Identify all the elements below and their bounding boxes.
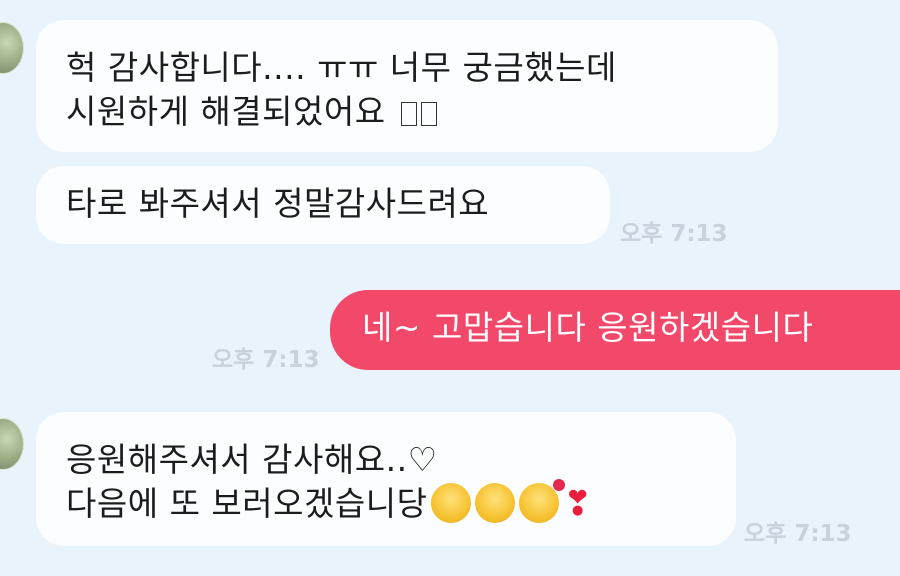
- red-exclamation-heart-icon: ❣: [563, 484, 593, 524]
- avatar[interactable]: [0, 22, 24, 74]
- hugging-face-icon: [475, 483, 516, 523]
- timestamp: 오후 7:13: [212, 347, 320, 373]
- incoming-message-bubble[interactable]: 응원해주셔서 감사해요..♡ 다음에 또 보러오겠습니당 ❣: [36, 412, 736, 546]
- outgoing-message-bubble[interactable]: 네~ 고맙습니다 응원하겠습니다: [330, 290, 900, 370]
- incoming-message-bubble[interactable]: 헉 감사합니다.... ㅠㅠ 너무 궁금했는데 시원하게 해결되었어요: [36, 20, 778, 152]
- message-text-line: 네~ 고맙습니다 응원하겠습니다: [362, 308, 814, 347]
- hugging-face-icon: [431, 483, 472, 523]
- message-text-line: 다음에 또 보러오겠습니당 ❣: [66, 479, 593, 524]
- avatar[interactable]: [0, 418, 24, 470]
- incoming-message-bubble[interactable]: 타로 봐주셔서 정말감사드려요: [36, 166, 610, 244]
- timestamp: 오후 7:13: [744, 521, 852, 547]
- missing-emoji-icon: [420, 102, 437, 126]
- smiling-face-with-hearts-icon: [519, 479, 566, 523]
- message-text-line: 타로 봐주셔서 정말감사드려요: [66, 184, 490, 223]
- message-text-line: 응원해주셔서 감사해요..♡: [66, 440, 438, 479]
- message-text-line: 헉 감사합니다.... ㅠㅠ 너무 궁금했는데: [66, 48, 617, 87]
- timestamp: 오후 7:13: [620, 221, 728, 247]
- message-text-line: 시원하게 해결되었어요: [66, 90, 748, 134]
- missing-emoji-icon: [400, 102, 417, 126]
